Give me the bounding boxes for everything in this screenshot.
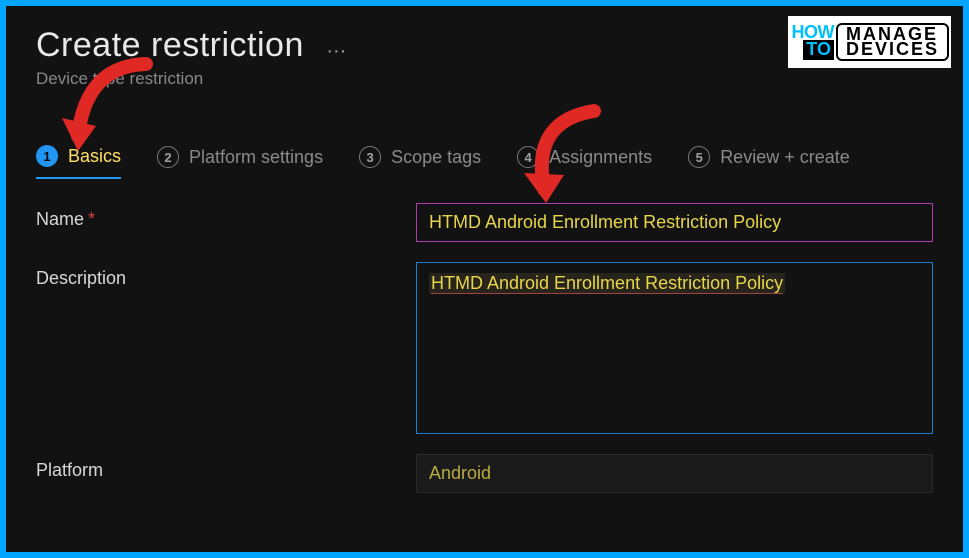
name-input[interactable]	[416, 203, 933, 242]
step-number-5: 5	[688, 146, 710, 168]
name-label: Name*	[36, 203, 416, 230]
tab-review-create[interactable]: 5 Review + create	[688, 146, 850, 178]
description-textarea[interactable]: HTMD Android Enrollment Restriction Poli…	[416, 262, 933, 434]
more-actions-button[interactable]: ···	[326, 40, 346, 63]
page-subtitle: Device type restriction	[36, 69, 933, 89]
step-number-3: 3	[359, 146, 381, 168]
step-number-1: 1	[36, 145, 58, 167]
logo-to-text: TO	[803, 40, 834, 60]
logo-devices-text: DEVICES	[846, 42, 939, 57]
htmd-logo: HOW TO MANAGE DEVICES	[788, 16, 951, 68]
tab-label-scope-tags: Scope tags	[391, 147, 481, 168]
annotation-arrow-2	[496, 101, 616, 221]
annotation-arrow-1	[56, 56, 166, 166]
tab-label-platform-settings: Platform settings	[189, 147, 323, 168]
platform-input	[416, 454, 933, 493]
logo-how-text: HOW	[791, 24, 834, 40]
step-tabs: 1 Basics 2 Platform settings 3 Scope tag…	[36, 145, 933, 179]
platform-label: Platform	[36, 454, 416, 481]
tab-scope-tags[interactable]: 3 Scope tags	[359, 146, 481, 178]
description-label: Description	[36, 262, 416, 289]
tab-label-review-create: Review + create	[720, 147, 850, 168]
tab-platform-settings[interactable]: 2 Platform settings	[157, 146, 323, 178]
